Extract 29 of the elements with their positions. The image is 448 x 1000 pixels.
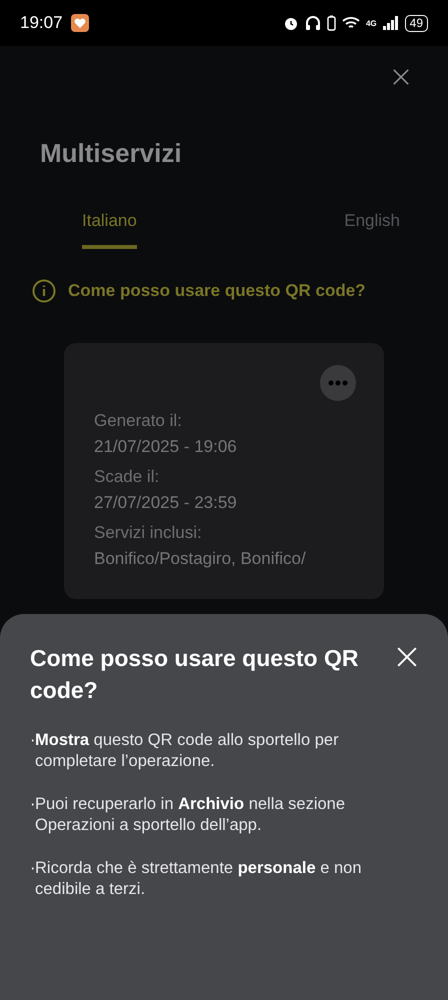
- field-value: 21/07/2025 - 19:06: [94, 437, 238, 457]
- instruction-text: Puoi recuperarlo in Archivio nella sezione Operazioni a sportello dell’app.: [35, 794, 346, 836]
- network-type: 4G: [366, 18, 377, 28]
- battery-icon: [326, 15, 336, 31]
- language-tab[interactable]: English: [344, 211, 400, 249]
- close-button[interactable]: [392, 68, 410, 86]
- app-notification-icon: [70, 14, 89, 32]
- wifi-icon: [342, 16, 360, 30]
- field-label: Scade il:: [94, 467, 160, 487]
- bullet: ·: [30, 858, 35, 879]
- field-label: Generato il:: [94, 411, 183, 431]
- info-icon: [32, 279, 56, 303]
- field-value: 27/07/2025 - 23:59: [94, 493, 238, 513]
- battery-level: 49: [404, 14, 428, 32]
- more-icon: [328, 380, 348, 386]
- instruction-text: Ricorda che è strettamente personale e non cedibile a terzi.: [35, 858, 363, 900]
- instruction-text: Mostra questo QR code allo sportello per completare l’operazione.: [35, 730, 340, 772]
- field-value: Bonifico/Postagiro, Bonifico/: [94, 549, 307, 569]
- bullet: ·: [30, 730, 35, 751]
- help-link[interactable]: Come posso usare questo QR code?: [32, 279, 448, 303]
- language-tab[interactable]: Italiano: [82, 211, 137, 249]
- signal-icon: [382, 16, 399, 30]
- headphones-icon: [304, 15, 321, 31]
- sheet-title: Come posso usare questo QR code?: [30, 644, 360, 705]
- page-title: Multiservizi: [40, 138, 183, 169]
- bullet: ·: [30, 794, 35, 815]
- status-time: 19:07: [20, 13, 63, 33]
- alarm-icon: [282, 15, 299, 31]
- field-label: Servizi inclusi:: [94, 523, 203, 543]
